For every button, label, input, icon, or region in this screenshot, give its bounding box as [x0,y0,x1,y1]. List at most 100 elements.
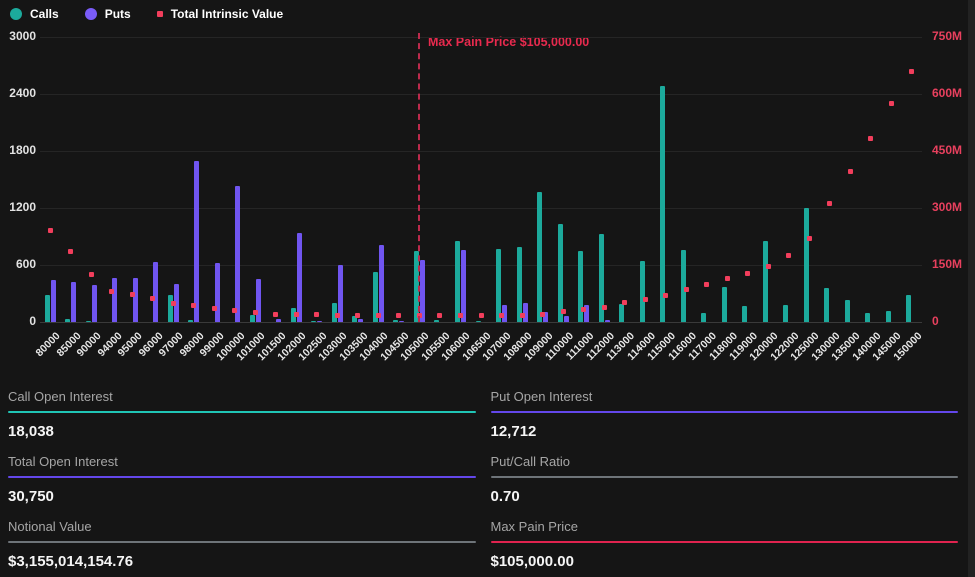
call-bar[interactable] [250,315,255,322]
intrinsic-value-dot[interactable] [499,313,504,318]
call-bar[interactable] [619,304,624,322]
intrinsic-value-dot[interactable] [130,292,135,297]
call-bar[interactable] [681,250,686,322]
intrinsic-value-dot[interactable] [848,169,853,174]
call-bar[interactable] [742,306,747,322]
intrinsic-value-dot[interactable] [48,228,53,233]
put-bar[interactable] [276,319,281,322]
put-bar[interactable] [564,316,569,322]
call-bar[interactable] [845,300,850,322]
call-bar[interactable] [558,224,563,322]
intrinsic-value-dot[interactable] [520,313,525,318]
put-bar[interactable] [399,321,404,322]
call-bar[interactable] [701,313,706,323]
put-bar[interactable] [358,319,363,322]
intrinsic-value-dot[interactable] [663,293,668,298]
right-axis-tick: 150M [932,257,962,271]
put-bar[interactable] [235,186,240,322]
intrinsic-value-dot[interactable] [909,69,914,74]
put-bar[interactable] [379,245,384,322]
intrinsic-value-dot[interactable] [540,312,545,317]
put-bar[interactable] [112,278,117,322]
intrinsic-value-dot[interactable] [376,313,381,318]
left-axis-tick: 1800 [0,143,36,157]
call-bar[interactable] [86,321,91,322]
intrinsic-value-dot[interactable] [171,301,176,306]
put-bar[interactable] [297,233,302,322]
call-bar[interactable] [45,295,50,322]
call-bar[interactable] [434,320,439,322]
intrinsic-value-dot[interactable] [355,313,360,318]
put-bar[interactable] [153,262,158,322]
intrinsic-value-dot[interactable] [68,249,73,254]
scrollbar-track[interactable] [968,0,975,577]
intrinsic-value-dot[interactable] [335,313,340,318]
right-axis-tick: 750M [932,29,962,43]
intrinsic-value-dot[interactable] [581,307,586,312]
gridline [40,322,922,323]
stat-value: 30,750 [8,488,476,505]
intrinsic-value-dot[interactable] [273,312,278,317]
call-bar[interactable] [906,295,911,322]
call-bar[interactable] [496,249,501,322]
call-bar[interactable] [455,241,460,322]
call-bar[interactable] [722,287,727,322]
intrinsic-value-dot[interactable] [437,313,442,318]
call-bar[interactable] [804,208,809,322]
intrinsic-value-dot[interactable] [725,276,730,281]
put-bar[interactable] [133,278,138,322]
put-bar[interactable] [71,282,76,322]
intrinsic-value-dot[interactable] [704,282,709,287]
call-bar[interactable] [517,247,522,322]
put-bar[interactable] [461,250,466,322]
intrinsic-value-dot[interactable] [684,287,689,292]
intrinsic-value-dot[interactable] [294,312,299,317]
intrinsic-value-dot[interactable] [89,272,94,277]
call-bar[interactable] [865,313,870,323]
intrinsic-value-dot[interactable] [458,313,463,318]
intrinsic-value-dot[interactable] [232,308,237,313]
intrinsic-value-dot[interactable] [396,313,401,318]
put-bar[interactable] [317,321,322,322]
call-bar[interactable] [65,319,70,322]
intrinsic-value-dot[interactable] [745,271,750,276]
intrinsic-value-dot[interactable] [314,312,319,317]
intrinsic-value-dot[interactable] [479,313,484,318]
intrinsic-value-dot[interactable] [807,236,812,241]
intrinsic-value-dot[interactable] [868,136,873,141]
intrinsic-value-dot[interactable] [602,305,607,310]
call-bar[interactable] [537,192,542,322]
call-bar[interactable] [824,288,829,322]
call-bar[interactable] [168,295,173,322]
call-bar[interactable] [660,86,665,322]
intrinsic-value-dot[interactable] [150,296,155,301]
call-bar[interactable] [886,311,891,322]
call-bar[interactable] [188,320,193,322]
intrinsic-value-dot[interactable] [643,297,648,302]
call-bar[interactable] [476,321,481,322]
call-bar[interactable] [311,321,316,322]
left-axis-tick: 1200 [0,200,36,214]
put-bar[interactable] [194,161,199,323]
stat-underline [491,541,959,543]
put-bar[interactable] [51,280,56,322]
intrinsic-value-dot[interactable] [561,309,566,314]
intrinsic-value-dot[interactable] [191,303,196,308]
call-bar[interactable] [640,261,645,322]
intrinsic-value-dot[interactable] [889,101,894,106]
intrinsic-value-dot[interactable] [786,253,791,258]
right-axis-tick: 0 [932,314,939,328]
intrinsic-value-dot[interactable] [212,306,217,311]
intrinsic-value-dot[interactable] [827,201,832,206]
intrinsic-value-dot[interactable] [253,310,258,315]
put-bar[interactable] [605,320,610,322]
put-bar[interactable] [215,263,220,322]
call-bar[interactable] [763,241,768,322]
intrinsic-value-dot[interactable] [622,300,627,305]
intrinsic-value-dot[interactable] [766,264,771,269]
put-bar[interactable] [92,285,97,322]
call-bar[interactable] [393,320,398,322]
intrinsic-value-dot[interactable] [109,289,114,294]
call-bar[interactable] [783,305,788,322]
put-bar[interactable] [256,279,261,322]
